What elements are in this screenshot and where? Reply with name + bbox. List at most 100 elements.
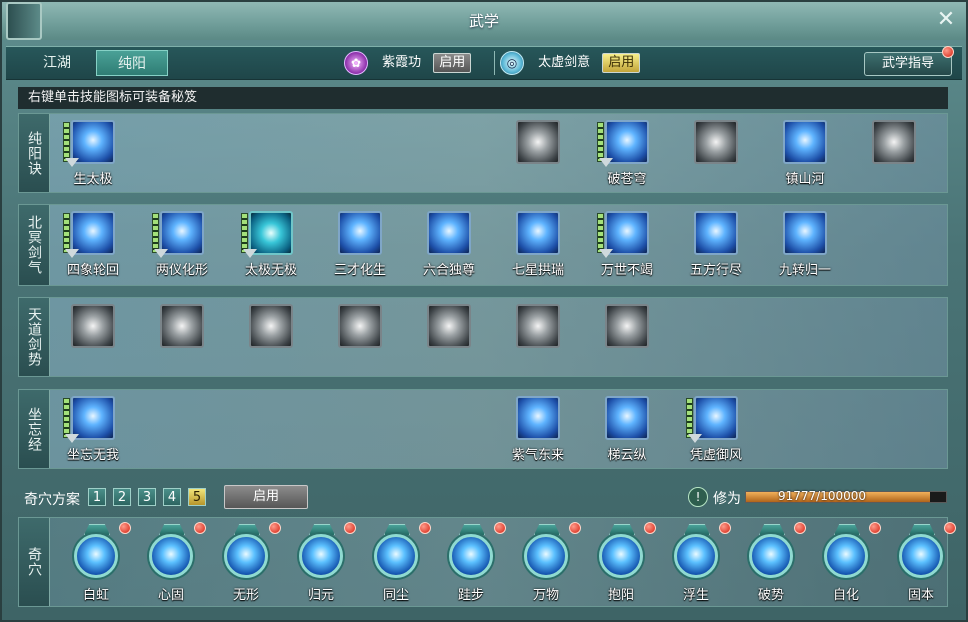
spikes-icon[interactable] — [694, 211, 738, 255]
all-things-icon[interactable] — [524, 534, 568, 578]
skill-slot[interactable]: 梯云纵 — [585, 394, 665, 468]
streak-icon[interactable] — [71, 304, 115, 348]
break-stance-icon[interactable] — [749, 534, 793, 578]
guide-button[interactable]: 武学指导 — [864, 52, 952, 76]
slash-icon[interactable] — [338, 211, 382, 255]
scheme-3-button[interactable]: 3 — [138, 488, 156, 506]
gong-zixia[interactable]: ✿ 紫霞功 启用 — [344, 49, 472, 77]
skill-slot[interactable]: 破苍穹 — [585, 118, 665, 192]
secret-book-bar — [152, 213, 159, 253]
wave-icon[interactable] — [516, 396, 560, 440]
skill-slot[interactable]: 镇山河 — [763, 118, 843, 192]
beam-icon[interactable] — [249, 304, 293, 348]
skill-slot[interactable]: 七星拱瑞 — [496, 209, 576, 283]
dropdown-triangle-icon[interactable] — [599, 249, 613, 258]
skill-slot[interactable] — [318, 302, 398, 376]
qixue-item[interactable]: 固本 — [884, 520, 959, 606]
whirl-icon[interactable] — [694, 120, 738, 164]
burst-icon[interactable] — [516, 120, 560, 164]
white-rainbow-icon[interactable] — [74, 534, 118, 578]
return-orb-icon[interactable] — [299, 534, 343, 578]
self-transform-icon[interactable] — [824, 534, 868, 578]
dropdown-triangle-icon[interactable] — [65, 158, 79, 167]
skill-slot[interactable]: 凭虚御风 — [674, 394, 754, 468]
skill-slot[interactable]: 生太极 — [51, 118, 131, 192]
qixue-item[interactable]: 浮生 — [659, 520, 734, 606]
dropdown-triangle-icon[interactable] — [65, 434, 79, 443]
skill-row-beiming: 北冥剑气 四象轮回 两仪化形 太极无极 三才化生 六合独尊 七星拱瑞 万世不竭 五方行尽 九转归… — [18, 204, 948, 286]
star-burst-icon[interactable] — [516, 211, 560, 255]
dropdown-triangle-icon[interactable] — [599, 158, 613, 167]
formless-icon[interactable] — [224, 534, 268, 578]
qixue-item[interactable]: 无形 — [209, 520, 284, 606]
secret-book-bar — [241, 213, 248, 253]
close-icon[interactable]: ✕ — [934, 8, 958, 32]
skill-slot[interactable] — [496, 118, 576, 192]
scheme-4-button[interactable]: 4 — [163, 488, 181, 506]
row-label: 纯阳诀 — [19, 114, 50, 192]
heart-shield-icon[interactable] — [149, 534, 193, 578]
skill-slot[interactable]: 两仪化形 — [140, 209, 220, 283]
dragon-icon[interactable] — [872, 120, 916, 164]
skill-slot[interactable] — [585, 302, 665, 376]
skill-slot[interactable]: 三才化生 — [318, 209, 398, 283]
gong-taixu[interactable]: ◎ 太虚剑意 启用 — [500, 49, 641, 77]
qixue-item[interactable]: 同尘 — [359, 520, 434, 606]
pillars-icon[interactable] — [338, 304, 382, 348]
qixue-item[interactable]: 万物 — [509, 520, 584, 606]
wind-icon[interactable] — [516, 304, 560, 348]
tab-chunyang[interactable]: 纯阳 — [96, 50, 168, 76]
floating-life-icon[interactable] — [674, 534, 718, 578]
pillar-icon[interactable] — [783, 211, 827, 255]
dust-icon[interactable] — [374, 534, 418, 578]
scheme-2-button[interactable]: 2 — [113, 488, 131, 506]
skill-slot[interactable]: 紫气东来 — [496, 394, 576, 468]
skill-slot[interactable]: 太极无极 — [229, 209, 309, 283]
dropdown-triangle-icon[interactable] — [65, 249, 79, 258]
qixue-item[interactable]: 心固 — [134, 520, 209, 606]
star-icon[interactable] — [427, 304, 471, 348]
qixue-item[interactable]: 归元 — [284, 520, 359, 606]
skill-slot[interactable]: 坐忘无我 — [51, 394, 131, 468]
skill-slot[interactable] — [140, 302, 220, 376]
qixue-item[interactable]: 跬步 — [434, 520, 509, 606]
dropdown-triangle-icon[interactable] — [688, 434, 702, 443]
skill-slot[interactable]: 四象轮回 — [51, 209, 131, 283]
skill-slot[interactable]: 万世不竭 — [585, 209, 665, 283]
gong-enable-button[interactable]: 启用 — [602, 52, 641, 73]
qixue-item[interactable]: 破势 — [734, 520, 809, 606]
dropdown-triangle-icon[interactable] — [243, 249, 257, 258]
leap-icon[interactable] — [605, 396, 649, 440]
ray-icon[interactable] — [160, 304, 204, 348]
info-icon[interactable]: ! — [688, 487, 708, 507]
tab-jianghu[interactable]: 江湖 — [22, 50, 92, 76]
skill-slot[interactable]: 五方行尽 — [674, 209, 754, 283]
skill-slot[interactable] — [407, 302, 487, 376]
skill-slot[interactable]: 六合独尊 — [407, 209, 487, 283]
embrace-sun-icon[interactable] — [599, 534, 643, 578]
qixue-item[interactable]: 白虹 — [59, 520, 134, 606]
skill-slot[interactable] — [852, 118, 932, 192]
skill-slot[interactable] — [674, 118, 754, 192]
triple-slash-icon[interactable] — [427, 211, 471, 255]
secret-book-bar — [597, 122, 604, 162]
notification-dot — [644, 522, 656, 534]
skill-slot[interactable] — [496, 302, 576, 376]
scheme-5-button[interactable]: 5 — [188, 488, 206, 506]
skill-name: 四象轮回 — [66, 263, 119, 278]
meditate-icon[interactable] — [783, 120, 827, 164]
root-icon[interactable] — [899, 534, 943, 578]
qixue-item[interactable]: 抱阳 — [584, 520, 659, 606]
qixue-name: 归元 — [307, 588, 334, 603]
step-icon[interactable] — [605, 304, 649, 348]
dropdown-triangle-icon[interactable] — [154, 249, 168, 258]
scheme-1-button[interactable]: 1 — [88, 488, 106, 506]
skill-slot[interactable] — [51, 302, 131, 376]
scheme-apply-button[interactable]: 启用 — [224, 485, 308, 509]
skill-slot[interactable]: 九转归一 — [763, 209, 843, 283]
gong-enable-button[interactable]: 启用 — [433, 52, 472, 73]
title-bar[interactable]: 武学 ✕ — [2, 2, 966, 40]
skill-slot[interactable] — [229, 302, 309, 376]
qixue-item[interactable]: 自化 — [809, 520, 884, 606]
footstep-icon[interactable] — [449, 534, 493, 578]
